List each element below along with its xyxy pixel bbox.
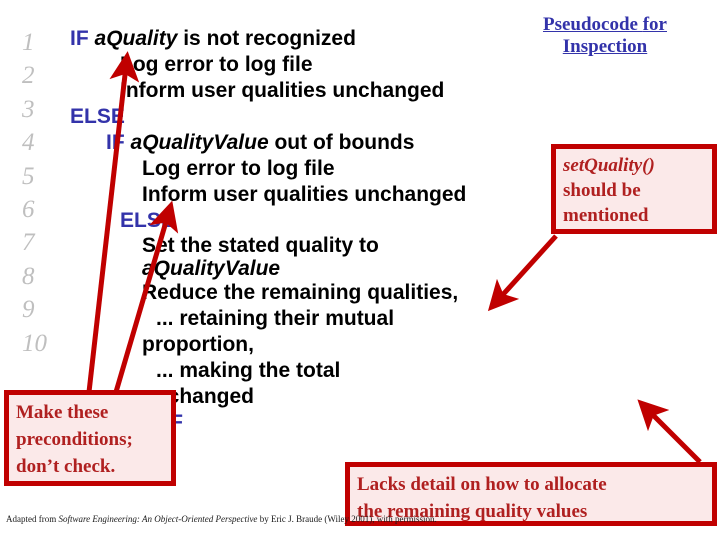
callout-preconditions[interactable]: Make these preconditions; don’t check. [4,390,176,486]
line-number: 10 [22,329,47,357]
line-number: 5 [22,162,35,190]
pseudocode-body: IF aQuality is not recognized Log error … [70,26,630,436]
line-number: 8 [22,262,35,290]
callout-setquality-line3: mentioned [563,205,649,226]
callout-lacksdetail-line1: Lacks detail on how to allocate [357,474,607,495]
line-number-gutter: 1 2 3 4 5 6 7 8 9 10 [22,26,66,360]
code-line-6: Log error to log file [70,156,630,182]
identifier-aqualityvalue: aQualityValue [130,131,269,154]
code-line-1: IF aQuality is not recognized [70,26,630,52]
code-line-9a-text: Set the stated quality to [142,234,379,257]
line-number: 6 [22,195,35,223]
code-line-5-text: out of bounds [268,131,415,154]
callout-preconditions-line2: preconditions; [16,429,133,450]
callout-setquality-line1: setQuality() [563,155,655,176]
keyword-if: IF [70,27,89,50]
code-line-10b-text: ... retaining their mutual [156,307,395,330]
arrow-lacksdetail-to-reduce [637,399,702,464]
code-line-10d: ... making the total [70,358,630,384]
code-line-3: Inform user qualities unchanged [70,78,630,104]
code-line-1-text: is not recognized [177,27,356,50]
code-line-10b: ... retaining their mutual [70,306,630,332]
line-number: 4 [22,129,35,157]
keyword-else: ELSE [70,105,125,128]
attribution-note: Adapted from Software Engineering: An Ob… [6,514,437,525]
code-line-10d-text: ... making the total [156,359,341,382]
code-line-4: ELSE [70,104,630,130]
code-line-2-text: Log error to log file [120,53,313,76]
line-number: 9 [22,296,35,324]
line-number: 3 [22,95,35,123]
code-line-9a: Set the stated quality to [70,234,630,257]
callout-preconditions-line3: don’t check. [16,456,116,477]
identifier-aquality: aQuality [94,27,178,50]
callout-preconditions-line1: Make these [16,402,109,423]
code-line-3-text: Inform user qualities unchanged [120,79,445,102]
callout-setquality[interactable]: setQuality() should be mentioned [551,144,717,234]
keyword-if-nested: IF [106,131,125,154]
code-line-10c: proportion, [70,332,630,358]
code-line-7-text: Inform user qualities unchanged [142,183,467,206]
identifier-aqualityvalue-assign: aQualityValue [142,257,281,280]
code-line-7: Inform user qualities unchanged [70,182,630,208]
slide-canvas: Pseudocode for Inspection 1 2 3 4 5 6 7 … [0,0,720,540]
code-line-5: IF aQualityValue out of bounds [70,130,630,156]
callout-setquality-line2: should be [563,180,641,201]
code-line-10a-text: Reduce the remaining qualities, [142,281,459,304]
code-line-6-text: Log error to log file [142,157,335,180]
line-number: 2 [22,62,35,90]
line-number: 1 [22,29,35,56]
attribution-suffix: by Eric J. Braude (Wiley 2001), with per… [257,514,437,524]
code-line-10a: Reduce the remaining qualities, [70,280,630,306]
attribution-book-title: Software Engineering: An Object-Oriented… [58,514,258,524]
line-number: 7 [22,229,35,257]
code-line-9b: aQualityValue [70,257,630,280]
code-line-8: ELSE [70,208,630,234]
code-line-2: Log error to log file [70,52,630,78]
code-line-10c-text: proportion, [142,333,254,356]
keyword-else-nested: ELSE [120,209,175,232]
attribution-prefix: Adapted from [6,514,59,524]
